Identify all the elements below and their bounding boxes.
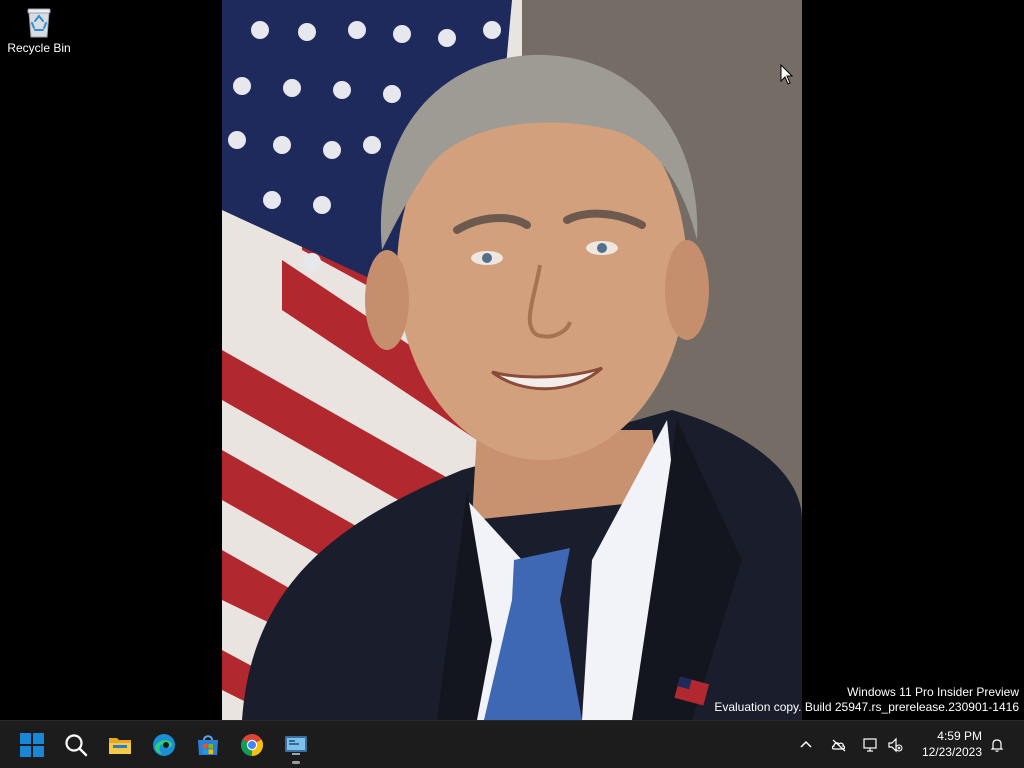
clock[interactable]: 4:59 PM 12/23/2023 [922,728,982,760]
chrome-button[interactable] [232,725,272,765]
edge-icon [153,734,175,756]
edge-button[interactable] [144,725,184,765]
notifications-button[interactable] [986,721,1008,768]
chevron-up-icon [800,740,812,748]
running-indicator [292,761,300,764]
volume-muted-icon [888,737,903,752]
watermark-line-2: Evaluation copy. Build 25947.rs_prerelea… [714,700,1019,714]
file-explorer-icon [109,738,131,754]
recycle-bin-label: Recycle Bin [7,41,71,55]
network-tray-button[interactable] [860,721,880,768]
mouse-cursor-icon [780,64,794,85]
start-button[interactable] [12,725,52,765]
search-button[interactable] [56,725,96,765]
show-hidden-icons-button[interactable] [796,721,816,768]
notification-bell-icon [990,738,1004,752]
recycle-bin-shortcut[interactable]: Recycle Bin [4,6,74,55]
network-icon [863,737,877,752]
remote-desktop-button[interactable] [276,725,316,765]
windows-watermark: Windows 11 Pro Insider Preview Evaluatio… [714,685,1019,715]
microsoft-store-icon [198,735,218,755]
onedrive-tray-button[interactable] [828,721,850,768]
wallpaper-photo [222,0,802,720]
file-explorer-button[interactable] [100,725,140,765]
clock-time: 4:59 PM [937,729,982,743]
clock-date: 12/23/2023 [921,745,982,759]
windows-start-icon [20,733,44,757]
volume-tray-button[interactable] [884,721,906,768]
taskbar: 4:59 PM 12/23/2023 [0,720,1024,768]
recycle-bin-icon [27,8,51,38]
watermark-line-1: Windows 11 Pro Insider Preview [847,685,1019,699]
desktop: Recycle Bin Windows 11 Pro Insider Previ… [0,0,1024,720]
onedrive-icon [831,739,846,751]
store-button[interactable] [188,725,228,765]
search-icon [65,734,88,757]
remote-desktop-icon [285,736,307,755]
chrome-icon [241,734,263,756]
